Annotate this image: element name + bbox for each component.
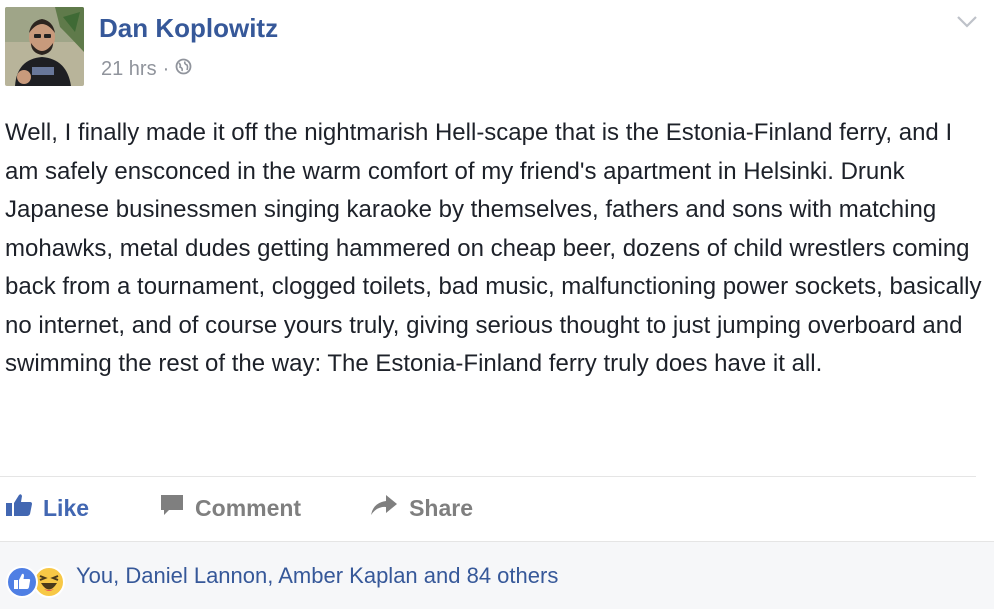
post-meta: 21 hrs ·: [101, 58, 192, 81]
share-button[interactable]: Share: [369, 493, 473, 523]
comment-button[interactable]: Comment: [159, 493, 301, 523]
author-avatar[interactable]: [5, 7, 84, 86]
thumbs-up-icon: [5, 492, 33, 524]
comment-label: Comment: [195, 494, 302, 521]
author-name[interactable]: Dan Koplowitz: [99, 13, 278, 44]
avatar-photo: [5, 7, 84, 86]
post-timestamp[interactable]: 21 hrs: [101, 58, 157, 81]
chevron-down-icon[interactable]: [956, 14, 978, 30]
like-button[interactable]: Like: [5, 492, 89, 524]
reactions-footer: You, Daniel Lannon, Amber Kaplan and 84 …: [0, 541, 994, 609]
divider: [0, 476, 976, 477]
reaction-icons[interactable]: [5, 565, 66, 604]
reaction-summary[interactable]: You, Daniel Lannon, Amber Kaplan and 84 …: [76, 563, 558, 589]
share-arrow-icon: [369, 493, 399, 523]
globe-icon: [175, 58, 192, 81]
meta-separator: ·: [162, 58, 170, 80]
like-label: Like: [43, 494, 90, 521]
like-reaction-icon: [5, 565, 39, 604]
post-card: Dan Koplowitz 21 hrs · Well, I finally m…: [0, 0, 994, 609]
share-label: Share: [409, 494, 474, 521]
comment-icon: [159, 493, 185, 523]
post-body-text: Well, I finally made it off the nightmar…: [5, 119, 982, 377]
post-actions-bar: Like Comment Share: [0, 484, 473, 532]
